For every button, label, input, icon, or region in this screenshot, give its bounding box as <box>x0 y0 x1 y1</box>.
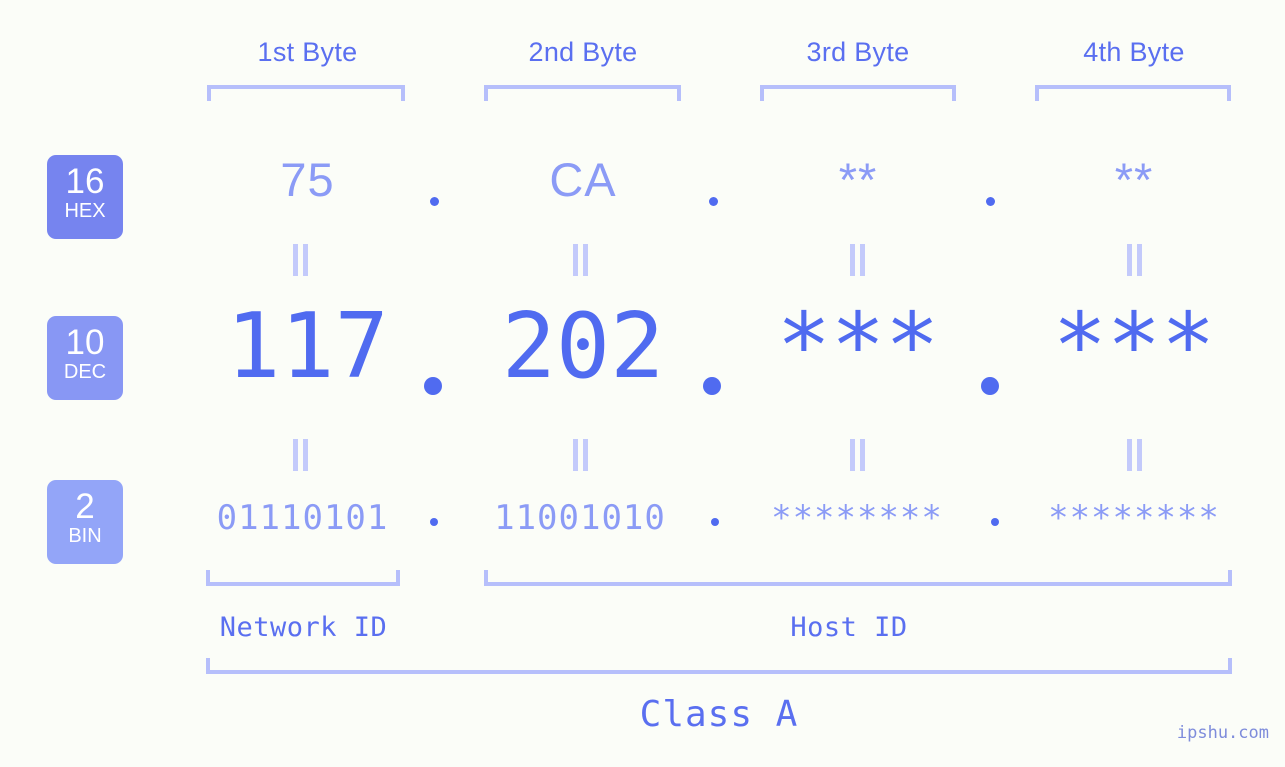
equals-connector-hex-dec-1 <box>292 244 310 276</box>
equals-connector-dec-bin-4 <box>1126 439 1144 471</box>
byte-bracket-top-4 <box>1035 85 1231 101</box>
hex-value-byte-2: CA <box>549 153 617 206</box>
class-bracket <box>206 658 1232 674</box>
dec-value-byte-3: *** <box>776 294 940 399</box>
network-id-bracket <box>206 570 400 586</box>
ip-byte-breakdown-diagram: 1st Byte 2nd Byte 3rd Byte 4th Byte 16 H… <box>0 0 1285 767</box>
bin-dot-separator-1 <box>430 518 438 526</box>
equals-connector-dec-bin-3 <box>849 439 867 471</box>
hex-dot-separator-1 <box>430 197 439 206</box>
radix-badge-bin: 2 BIN <box>47 480 123 564</box>
equals-connector-hex-dec-3 <box>849 244 867 276</box>
equals-connector-hex-dec-4 <box>1126 244 1144 276</box>
equals-connector-hex-dec-2 <box>572 244 590 276</box>
watermark: ipshu.com <box>1176 723 1269 743</box>
byte-bracket-top-1 <box>207 85 405 101</box>
byte-bracket-top-3 <box>760 85 956 101</box>
bin-value-byte-1: 01110101 <box>216 498 389 538</box>
hex-value-byte-1: 75 <box>280 153 335 206</box>
radix-badge-dec-word: DEC <box>63 361 107 383</box>
radix-badge-dec: 10 DEC <box>47 316 123 400</box>
dec-value-byte-1: 117 <box>226 294 389 399</box>
hex-dot-separator-2 <box>709 197 718 206</box>
network-id-label: Network ID <box>219 612 388 643</box>
dec-value-byte-4: *** <box>1052 294 1216 399</box>
radix-badge-hex-number: 16 <box>65 162 105 201</box>
byte-header-2: 2nd Byte <box>528 37 638 67</box>
bin-value-byte-3: ******** <box>771 498 943 538</box>
bin-value-byte-4: ******** <box>1048 498 1220 538</box>
radix-badge-dec-number: 10 <box>65 323 105 362</box>
equals-connector-dec-bin-2 <box>572 439 590 471</box>
dec-value-byte-2: 202 <box>501 294 665 399</box>
bin-value-byte-2: 11001010 <box>494 498 666 538</box>
dec-dot-separator-1 <box>424 377 442 395</box>
class-label: Class A <box>639 694 799 735</box>
bin-dot-separator-2 <box>711 518 719 526</box>
host-id-label: Host ID <box>790 612 908 643</box>
byte-bracket-top-2 <box>484 85 681 101</box>
dec-dot-separator-3 <box>981 377 999 395</box>
host-id-bracket <box>484 570 1232 586</box>
dec-dot-separator-2 <box>703 377 721 395</box>
radix-badge-hex: 16 HEX <box>47 155 123 239</box>
hex-dot-separator-3 <box>986 197 995 206</box>
radix-badge-bin-word: BIN <box>68 525 102 547</box>
hex-value-byte-4: ** <box>1114 153 1154 206</box>
byte-header-4: 4th Byte <box>1083 37 1185 67</box>
bin-dot-separator-3 <box>991 518 999 526</box>
byte-header-3: 3rd Byte <box>806 37 910 67</box>
hex-value-byte-3: ** <box>838 153 878 206</box>
byte-header-1: 1st Byte <box>257 37 358 67</box>
radix-badge-bin-number: 2 <box>75 487 95 526</box>
equals-connector-dec-bin-1 <box>292 439 310 471</box>
radix-badge-hex-word: HEX <box>64 200 106 222</box>
